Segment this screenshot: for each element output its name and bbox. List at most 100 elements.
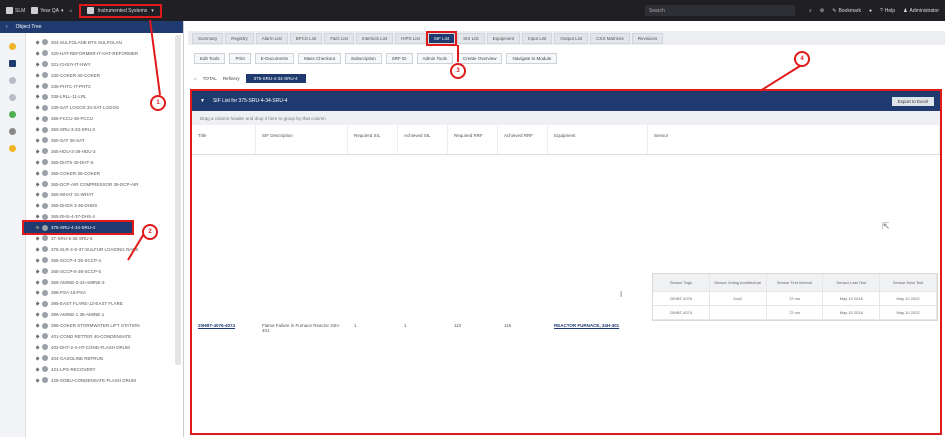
expand-icon[interactable]	[36, 214, 40, 219]
column-header[interactable]: Achieved SIL	[398, 125, 448, 154]
tree-node[interactable]: 388-PSA-16-PSA	[36, 287, 176, 298]
tab-output-list[interactable]: Output List	[554, 32, 589, 44]
expand-icon[interactable]	[35, 225, 40, 230]
sif-title-link[interactable]: 20HBT-4076-4074	[192, 323, 256, 333]
expand-icon[interactable]	[36, 94, 40, 100]
status-icon[interactable]	[9, 111, 16, 118]
notification-icon[interactable]: ●	[869, 8, 872, 14]
tree-node[interactable]: 365-SCCP-5-38-SCCP-5	[36, 266, 176, 277]
document-icon[interactable]	[9, 94, 16, 101]
tree-node[interactable]: 360-SAT 36-SAT	[36, 135, 176, 146]
tree-node[interactable]: 335-PHTC-IT-PHTC	[36, 81, 176, 92]
expand-icon[interactable]	[36, 192, 40, 198]
column-header[interactable]: Title	[192, 125, 256, 154]
bookmark-button[interactable]: ✎ Bookmark	[832, 8, 861, 14]
expand-icon[interactable]	[36, 203, 40, 208]
tree-node[interactable]: 429-SOBU-CONDENSATE-FLASH DRUM	[36, 375, 176, 386]
year-selector[interactable]: Year QA ▾	[31, 7, 64, 14]
toolbar-button[interactable]: Edit Tools	[194, 52, 226, 64]
tree-node[interactable]: 365-COKER-36-COKER	[36, 168, 176, 179]
breadcrumb-item[interactable]: Refinery	[223, 76, 240, 81]
tab-hips-list[interactable]: HIPS List	[395, 32, 426, 44]
tree-node[interactable]: 365-DCP-AIR COMPRESSOR 36-DCP-AIR	[36, 179, 176, 190]
breadcrumb-current[interactable]: 375-SRU-4-34-SRU-4	[245, 73, 306, 83]
toolbar-button[interactable]: Create Overview	[456, 52, 503, 64]
tree-node[interactable]: 421-LPG-RECOVERY	[36, 364, 176, 375]
tree-node[interactable]: 396-COKER STORMWATER LIFT STATION	[36, 320, 176, 331]
tree-scrollbar[interactable]	[175, 35, 181, 365]
tree-node[interactable]: 396-AMINE-1 36-AMINE-1	[36, 309, 176, 320]
tree-node[interactable]: 401-COND RETTER 40-CONDENSATE	[36, 331, 176, 342]
expand-icon[interactable]	[36, 72, 40, 78]
tab-summary[interactable]: Summary	[192, 32, 224, 44]
expand-icon[interactable]	[36, 367, 40, 372]
toolbar-button[interactable]: SRF ID	[385, 52, 413, 64]
tree-node[interactable]: 368-AMINE-3-42-AMINE-3	[36, 277, 176, 288]
favorite-icon[interactable]	[9, 145, 16, 152]
tree-node[interactable]: 360-SRU-3-33-SRU-3	[36, 124, 176, 135]
star-icon[interactable]	[9, 43, 16, 50]
tree-node[interactable]: 321-CHSIY-IT-HWY	[36, 59, 176, 70]
filter-icon[interactable]: ▼	[200, 98, 205, 104]
expand-icon[interactable]	[36, 116, 40, 121]
tree-node[interactable]: 402-DHT-2-4-HT-COND-FLASH DRUM	[36, 342, 176, 353]
tree-node[interactable]: 404-GASOLINE REFRUN	[36, 353, 176, 364]
toolbar-button[interactable]: Print	[229, 52, 251, 64]
column-header[interactable]: Sensor	[648, 125, 940, 154]
toolbar-button[interactable]: E-Documents	[254, 52, 294, 64]
expand-icon[interactable]	[36, 236, 40, 241]
column-header[interactable]: Equipment	[548, 125, 648, 154]
expand-icon[interactable]	[36, 258, 40, 263]
expand-icon[interactable]	[36, 290, 40, 296]
tree-node[interactable]: 330-COKER-40-COKER	[36, 70, 176, 81]
tree-node[interactable]: 304-SULFOLANE BTX SULFOLAN	[36, 37, 176, 48]
tree-node[interactable]: 320-HAT-REFORMER-IT-HAT-REFORMER	[36, 48, 176, 59]
column-header[interactable]: SIF Description	[256, 125, 348, 154]
expand-icon[interactable]	[36, 269, 40, 274]
expand-icon[interactable]	[36, 83, 40, 89]
tab-sis-list[interactable]: SIS List	[457, 32, 485, 44]
toolbar-button[interactable]: Mass Checkout	[297, 52, 341, 64]
tree-node[interactable]: 365-DHS-4-37-DHS-4	[36, 211, 176, 222]
home-button[interactable]: ⌂	[70, 8, 73, 14]
toolbar-button[interactable]: Subscription	[344, 52, 382, 64]
tree-node[interactable]: 365-DHDS 3-36-DHDS	[36, 200, 176, 211]
tree-node[interactable]: 375-SRU-4-34-SRU-4	[22, 220, 134, 236]
global-search-input[interactable]: Search	[644, 5, 795, 16]
help-button[interactable]: ? Help	[880, 8, 895, 14]
module-dropdown[interactable]: Instrumented Systems ▾	[78, 3, 162, 18]
expand-icon[interactable]	[36, 279, 40, 285]
tab-input-list[interactable]: Input List	[522, 32, 553, 44]
tree-node[interactable]: 365-SCCP-4-35-SCCP-4	[36, 255, 176, 266]
list-icon[interactable]	[9, 128, 16, 135]
tree-node[interactable]: 365-DHTS 40-DHT-S	[36, 157, 176, 168]
expand-icon[interactable]	[36, 127, 40, 132]
tree-node[interactable]: 365-FCCU-36-FCCU	[36, 113, 176, 124]
tab-alarm-list[interactable]: Alarm List	[255, 32, 288, 44]
tab-equipment[interactable]: Equipment	[486, 32, 521, 44]
chevron-right-icon[interactable]: ›	[6, 24, 8, 30]
expand-icon[interactable]	[36, 105, 40, 110]
tree-node[interactable]: 375-SLR-4-S-37-SULFUR LOADING RACK	[36, 244, 176, 255]
user-menu[interactable]: ♟ Administrator	[903, 8, 939, 14]
tree-node[interactable]: 365-WHAT 31-WHAT	[36, 189, 176, 200]
tree-icon[interactable]	[9, 60, 16, 67]
expand-icon[interactable]	[36, 181, 40, 187]
expand-icon[interactable]	[36, 171, 40, 176]
export-excel-button[interactable]: Export to Excel	[891, 96, 934, 106]
toolbar-button[interactable]: Admin Tools	[416, 52, 453, 64]
tab-f-g-list[interactable]: F&G List	[324, 32, 354, 44]
app-switcher[interactable]: SLM	[6, 7, 25, 14]
tab-css-matrices[interactable]: CSS Matrices	[590, 32, 630, 44]
toolbar-button[interactable]: Navigate to Module	[506, 52, 558, 64]
tree-node[interactable]: 395-EAST FLARE-12-EAST FLARE	[36, 298, 176, 309]
expand-icon[interactable]	[36, 160, 40, 165]
equipment-link[interactable]: REACTOR FURNACE, 34H-401	[548, 323, 648, 333]
column-header[interactable]: Achieved RRF	[498, 125, 548, 154]
settings-icon[interactable]: ⚙	[820, 8, 824, 14]
expand-icon[interactable]	[36, 40, 40, 45]
expand-icon[interactable]	[36, 149, 40, 154]
expand-icon[interactable]	[36, 62, 40, 67]
search-icon[interactable]: ⌕	[809, 8, 812, 14]
expand-icon[interactable]	[36, 138, 40, 143]
